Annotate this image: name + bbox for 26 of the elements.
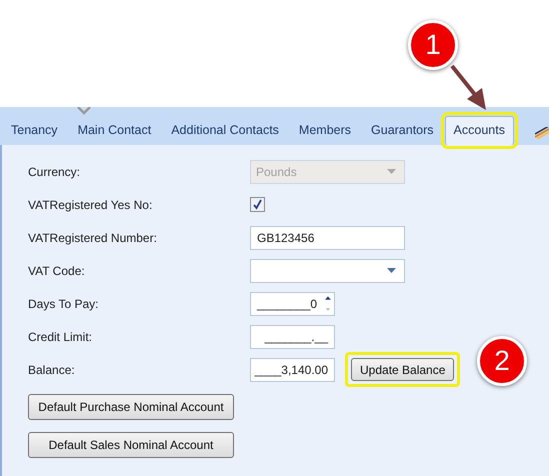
spinner-field[interactable]: ________0 — [250, 292, 335, 316]
field-label: Credit Limit: — [28, 330, 94, 344]
tab[interactable]: Tenancy — [2, 116, 67, 145]
tab[interactable]: Main Contact — [68, 116, 160, 145]
update-balance-button[interactable]: Update Balance — [351, 358, 454, 381]
tab[interactable]: Additional Contacts — [162, 116, 288, 145]
spin-arrows-icon — [325, 294, 331, 314]
caret-icon — [387, 169, 396, 174]
nominal-account-button[interactable]: Default Sales Nominal Account — [28, 432, 234, 458]
caret-icon — [387, 268, 396, 273]
input-field[interactable]: ____3,140.00 — [250, 358, 335, 382]
field-label: VAT Code: — [28, 264, 86, 278]
field-label: Days To Pay: — [28, 296, 100, 310]
input-field[interactable]: GB123456 — [250, 226, 405, 250]
field-label: VATRegistered Yes No: — [28, 198, 154, 212]
tab[interactable]: Guarantors — [362, 116, 443, 145]
nominal-account-button[interactable]: Default Purchase Nominal Account — [28, 394, 234, 420]
field-label: Currency: — [28, 164, 82, 178]
striped-icon — [535, 127, 549, 139]
input-field[interactable]: _______.__ — [250, 324, 335, 348]
field-label: VATRegistered Number: — [28, 230, 158, 244]
field-label: Balance: — [28, 362, 76, 376]
checkbox[interactable] — [250, 197, 265, 212]
pointer-arrow — [450, 64, 486, 110]
tab[interactable]: Members — [290, 116, 360, 145]
number-badge: 1 — [408, 20, 458, 70]
